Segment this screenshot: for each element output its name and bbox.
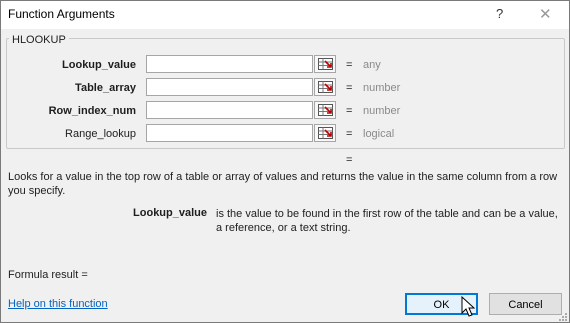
arg-equals: =: [346, 82, 353, 94]
lookup-value-input[interactable]: [146, 55, 313, 73]
arg-label-lookup-value: Lookup_value: [62, 59, 136, 71]
table-array-input[interactable]: [146, 78, 313, 96]
help-icon[interactable]: ?: [496, 6, 503, 21]
mouse-pointer-icon: [461, 296, 475, 317]
collapse-dialog-button-lookup-value[interactable]: [314, 55, 336, 73]
arg-result-range-lookup: logical: [363, 128, 395, 140]
formula-result-label: Formula result =: [8, 269, 88, 281]
row-index-num-input[interactable]: [146, 101, 313, 119]
function-result-equals: =: [346, 154, 353, 166]
arg-equals: =: [346, 105, 353, 117]
arg-equals: =: [346, 59, 353, 71]
title-bar: Function Arguments ? ✕: [1, 1, 569, 29]
arg-help-name: Lookup_value: [133, 207, 207, 219]
range-select-icon: [318, 104, 333, 116]
cancel-button[interactable]: Cancel: [489, 293, 562, 315]
close-icon[interactable]: ✕: [539, 5, 552, 23]
function-name: HLOOKUP: [9, 34, 69, 46]
collapse-dialog-button-table-array[interactable]: [314, 78, 336, 96]
arg-result-table-array: number: [363, 82, 401, 94]
dialog-title: Function Arguments: [8, 7, 115, 21]
range-select-icon: [318, 127, 333, 139]
collapse-dialog-button-range-lookup[interactable]: [314, 124, 336, 142]
arg-help-text: is the value to be found in the first ro…: [216, 208, 558, 234]
arg-label-row-index-num: Row_index_num: [48, 105, 136, 117]
range-select-icon: [318, 81, 333, 93]
range-lookup-input[interactable]: [146, 124, 313, 142]
function-description: Looks for a value in the top row of a ta…: [8, 171, 558, 197]
arg-result-lookup-value: any: [363, 59, 381, 71]
arg-label-range-lookup: Range_lookup: [65, 128, 136, 140]
function-arguments-dialog: Function Arguments ? ✕ HLOOKUP Lookup_va…: [0, 0, 570, 323]
collapse-dialog-button-row-index-num[interactable]: [314, 101, 336, 119]
resize-grip-icon[interactable]: [558, 312, 568, 322]
arg-label-table-array: Table_array: [75, 82, 136, 94]
arg-result-row-index-num: number: [363, 105, 401, 117]
help-on-function-link[interactable]: Help on this function: [8, 298, 108, 310]
arg-equals: =: [346, 128, 353, 140]
range-select-icon: [318, 58, 333, 70]
